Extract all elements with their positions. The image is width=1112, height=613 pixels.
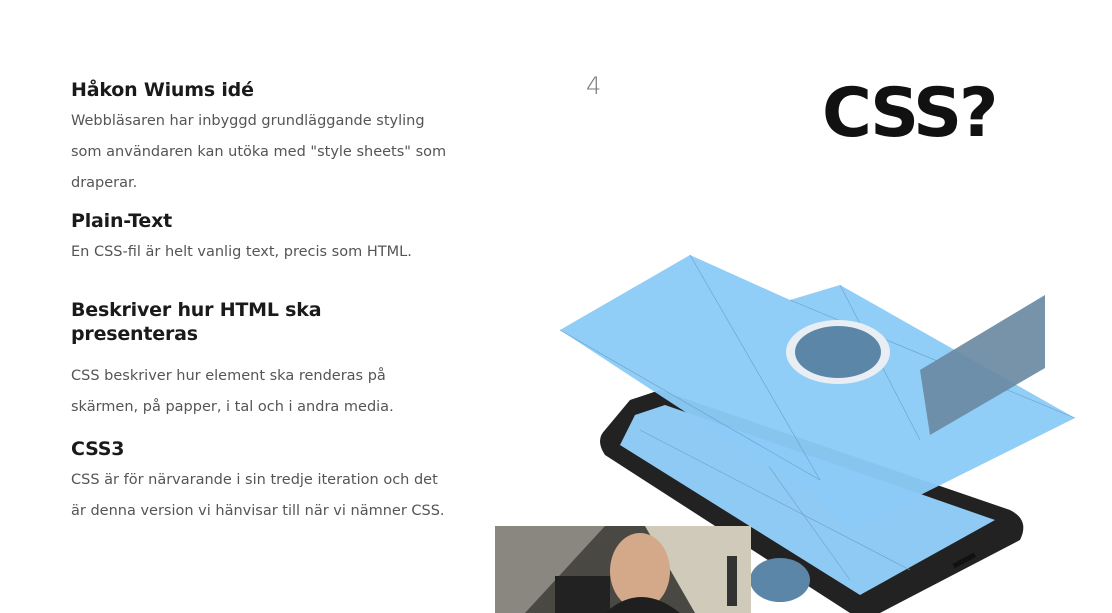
slide-content: Håkon Wiums idé Webbläsaren har inbyggd … [71,78,451,527]
webcam-feed [495,526,751,613]
section-text: CSS är för närvarande i sin tredje itera… [71,472,445,519]
webcam-image [495,526,751,613]
slide: 4 CSS? Håkon Wiums idé Webbläsaren har i… [0,0,1112,613]
section-4: CSS3 CSS är för närvarande i sin tredje … [71,437,451,527]
section-text: En CSS-fil är helt vanlig text, precis s… [71,244,412,260]
page-number: 4 [586,72,602,100]
section-heading: CSS3 [71,438,125,460]
section-heading: Beskriver hur HTML ska presenteras [71,299,322,345]
slide-title: CSS? [822,74,999,153]
section-text: CSS beskriver hur element ska renderas p… [71,368,394,415]
section-heading: Plain-Text [71,210,173,232]
section-2: Plain-Text En CSS-fil är helt vanlig tex… [71,209,451,268]
section-1: Håkon Wiums idé Webbläsaren har inbyggd … [71,78,451,199]
section-text: Webbläsaren har inbyggd grundläggande st… [71,113,447,191]
section-heading: Håkon Wiums idé [71,79,254,101]
section-3: Beskriver hur HTML ska presenteras CSS b… [71,298,451,423]
